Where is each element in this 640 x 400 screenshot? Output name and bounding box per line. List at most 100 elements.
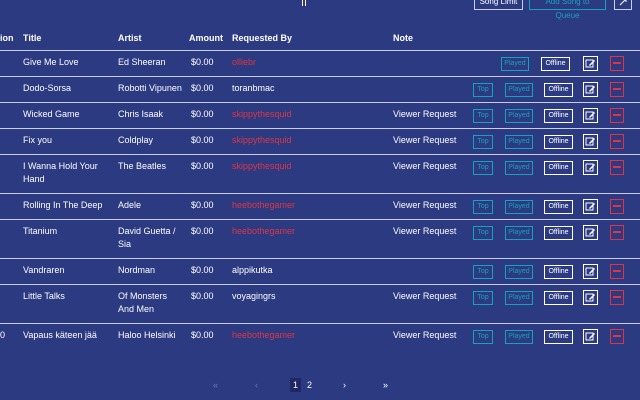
- remove-button[interactable]: [610, 264, 624, 279]
- played-button[interactable]: Played: [505, 161, 533, 175]
- expand-button[interactable]: [614, 0, 632, 10]
- pagination-prev-button[interactable]: ‹: [255, 378, 258, 392]
- played-button[interactable]: Played: [505, 83, 533, 97]
- top-button[interactable]: Top: [473, 265, 493, 279]
- minus-icon: [613, 205, 621, 207]
- edit-icon: [585, 332, 595, 341]
- add-song-button[interactable]: Add Song to Queue: [529, 0, 606, 20]
- requested-by-cell: skippythesquid: [232, 161, 292, 171]
- played-button[interactable]: Played: [505, 135, 533, 149]
- top-button[interactable]: Top: [473, 226, 493, 240]
- edit-button[interactable]: [583, 199, 598, 214]
- offline-button[interactable]: Offline: [544, 200, 573, 214]
- table-header: ion Title Artist Amount Requested By Not…: [0, 26, 640, 50]
- remove-button[interactable]: [610, 160, 624, 175]
- top-button[interactable]: Top: [473, 330, 493, 344]
- edit-icon: [585, 228, 595, 237]
- offline-button[interactable]: Offline: [544, 226, 573, 240]
- minus-icon: [613, 231, 621, 233]
- note-cell: Viewer Request: [393, 226, 457, 236]
- offline-button[interactable]: Offline: [544, 330, 573, 344]
- edit-icon: [585, 267, 595, 276]
- offline-button[interactable]: Offline: [544, 291, 573, 305]
- edit-button[interactable]: [583, 290, 598, 305]
- table-row: Vandraren Nordman $0.00 alppikutka Top P…: [0, 258, 640, 284]
- played-button[interactable]: Played: [505, 109, 533, 123]
- remove-button[interactable]: [610, 199, 624, 214]
- table-row: Wicked Game Chris Isaak $0.00 skippythes…: [0, 102, 640, 128]
- offline-button[interactable]: Offline: [541, 57, 570, 71]
- artist-cell: Chris Isaak: [118, 109, 164, 119]
- offline-button[interactable]: Offline: [544, 109, 573, 123]
- artist-cell: Nordman: [118, 265, 156, 275]
- top-button[interactable]: Top: [473, 109, 493, 123]
- requested-by-cell: skippythesquid: [232, 109, 292, 119]
- remove-button[interactable]: [610, 108, 624, 123]
- remove-button[interactable]: [610, 329, 624, 344]
- edit-button[interactable]: [583, 329, 598, 344]
- amount-cell: $0.00: [191, 57, 214, 67]
- top-button[interactable]: Top: [473, 291, 493, 305]
- title-cell: Vapaus käteen jää: [23, 330, 97, 340]
- remove-button[interactable]: [610, 225, 624, 240]
- minus-icon: [613, 62, 621, 64]
- pagination-page-2[interactable]: 2: [307, 378, 312, 392]
- top-button[interactable]: Top: [473, 83, 493, 97]
- edit-button[interactable]: [583, 56, 598, 71]
- song-limit-button[interactable]: Song Limit: [474, 0, 523, 10]
- played-button[interactable]: Played: [505, 291, 533, 305]
- artist-cell: Haloo Helsinki: [118, 330, 176, 340]
- played-button[interactable]: Played: [505, 200, 533, 214]
- edit-icon: [585, 202, 595, 211]
- offline-button[interactable]: Offline: [544, 161, 573, 175]
- edit-button[interactable]: [583, 160, 598, 175]
- amount-cell: $0.00: [191, 109, 214, 119]
- table-row: 0 Vapaus käteen jää Haloo Helsinki $0.00…: [0, 323, 640, 349]
- top-button[interactable]: Top: [473, 200, 493, 214]
- remove-button[interactable]: [610, 82, 624, 97]
- edit-icon: [585, 111, 595, 120]
- top-button[interactable]: Top: [473, 161, 493, 175]
- edit-button[interactable]: [583, 264, 598, 279]
- pagination: « ‹ 1 2 › »: [0, 378, 640, 392]
- minus-icon: [613, 296, 621, 298]
- table-row: Dodo-Sorsa Robotti Vipunen $0.00 toranbm…: [0, 76, 640, 102]
- edit-button[interactable]: [583, 108, 598, 123]
- edit-button[interactable]: [583, 134, 598, 149]
- title-cell: Titanium: [23, 226, 58, 236]
- edit-icon: [585, 85, 595, 94]
- amount-cell: $0.00: [191, 291, 214, 301]
- title-cell: I Wanna Hold Your Hand: [23, 161, 98, 184]
- pagination-page-1[interactable]: 1: [290, 378, 302, 392]
- amount-cell: $0.00: [191, 135, 214, 145]
- amount-cell: $0.00: [191, 265, 214, 275]
- played-button[interactable]: Played: [505, 330, 533, 344]
- offline-button[interactable]: Offline: [544, 135, 573, 149]
- pagination-last-button[interactable]: »: [383, 378, 388, 392]
- remove-button[interactable]: [610, 134, 624, 149]
- remove-button[interactable]: [610, 56, 624, 71]
- table-row: Titanium David Guetta / Sia $0.00 heebot…: [0, 219, 640, 258]
- played-button[interactable]: Played: [501, 57, 529, 71]
- pagination-first-button[interactable]: «: [213, 378, 218, 392]
- pagination-next-button[interactable]: ›: [343, 378, 346, 392]
- note-cell: Viewer Request: [393, 135, 457, 145]
- offline-button[interactable]: Offline: [544, 265, 573, 279]
- requested-by-cell: heebothegamer: [232, 226, 296, 236]
- top-button[interactable]: Top: [473, 135, 493, 149]
- offline-button[interactable]: Offline: [544, 83, 573, 97]
- remove-button[interactable]: [610, 290, 624, 305]
- note-cell: Viewer Request: [393, 291, 457, 301]
- expand-icon: [619, 0, 627, 6]
- requested-by-cell: heebothegamer: [232, 200, 296, 210]
- edit-icon: [585, 59, 595, 68]
- artist-cell: Of Monsters And Men: [118, 291, 168, 314]
- requested-by-cell: alppikutka: [232, 265, 273, 275]
- edit-button[interactable]: [583, 82, 598, 97]
- edit-button[interactable]: [583, 225, 598, 240]
- resize-handle-icon[interactable]: [302, 0, 306, 6]
- played-button[interactable]: Played: [505, 226, 533, 240]
- note-cell: Viewer Request: [393, 109, 457, 119]
- artist-cell: Ed Sheeran: [118, 57, 166, 67]
- played-button[interactable]: Played: [505, 265, 533, 279]
